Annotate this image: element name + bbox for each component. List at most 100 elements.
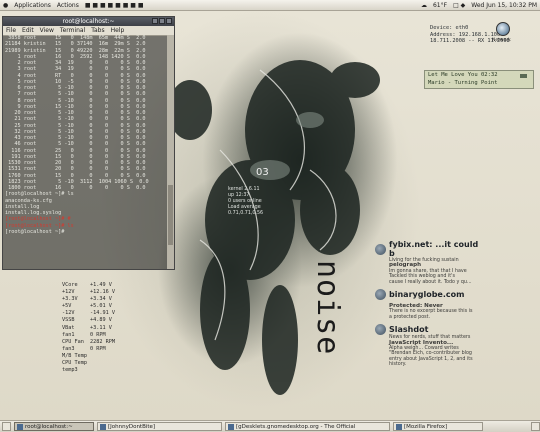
top-panel: ● Applications Actions ■ ■ ■ ■ ■ ■ ■ ■ ☁… [0, 0, 540, 11]
terminal-prompt[interactable]: [root@localhost ~]# [5, 229, 165, 235]
terminal-title: root@localhost:~ [62, 18, 115, 25]
taskbar-button[interactable]: root@localhost:~ [14, 422, 94, 431]
sensor-row: CPU Temp [62, 360, 115, 367]
menu-terminal[interactable]: Terminal [57, 27, 88, 34]
minimize-icon[interactable] [152, 18, 158, 24]
feed-item[interactable]: Slashdot News for nerds, stuff that matte… [375, 324, 485, 367]
terminal-line: 7 root 5 -10 0 0 0 S 0.0 [5, 91, 146, 98]
taskbar-button[interactable]: [Mozilla Firefox] [393, 422, 483, 431]
feed-header: fybix.net: ...it could b [375, 240, 485, 258]
terminal-line: 46 root 5 -10 0 0 0 S 0.0 [5, 141, 146, 148]
sensor-value: +1.49 V [90, 282, 112, 288]
sensor-value: 2282 RPM [90, 338, 115, 345]
maximize-icon[interactable] [159, 18, 165, 24]
feed-item[interactable]: binaryglobe.com [375, 289, 485, 301]
gnome-foot-icon[interactable]: ● [0, 2, 11, 9]
sensor-label: VCore [62, 282, 78, 288]
sensor-label: +12V [62, 289, 75, 296]
terminal-line: 21989 kristin 15 0 49220 28m 22m S 2.0 [5, 47, 146, 54]
close-icon[interactable] [166, 18, 172, 24]
sensor-label: VSSB [62, 317, 75, 324]
taskbar-label: [Mozilla Firefox] [404, 423, 448, 430]
taskbar-button[interactable]: [JohnnyDontBite] [97, 422, 222, 431]
sensor-label: fan3 [62, 345, 75, 352]
feed-header: Slashdot [375, 324, 485, 336]
terminal-scrollbar[interactable] [167, 35, 174, 269]
menu-tabs[interactable]: Tabs [88, 27, 107, 34]
sensor-row: temp3 [62, 367, 115, 374]
sensor-label: temp3 [62, 367, 78, 374]
sensor-label: fan1 [62, 331, 75, 338]
sensor-row: M/B Temp [62, 353, 115, 360]
feed-site-icon [375, 243, 386, 255]
sensor-value: 0 RPM [90, 345, 106, 352]
menu-help[interactable]: Help [108, 27, 128, 34]
rss-feeds-widget: fybix.net: ...it could b Living for the f… [375, 240, 485, 372]
terminal-output[interactable]: 3858 root 15 0 148m 65m 44m S 2.0 21184 k… [3, 35, 167, 269]
menu-view[interactable]: View [37, 27, 57, 34]
sensor-label: +3.3V [62, 296, 78, 303]
terminal-line: 21184 kristin 15 0 37140 16m 29m S 2.0 [5, 41, 146, 48]
launcher-icons[interactable]: ■ ■ ■ ■ ■ ■ ■ ■ [82, 2, 147, 9]
terminal-line: 21 root 5 -10 0 0 0 S 0.0 [5, 116, 146, 123]
wallpaper-wordmark: noise [310, 260, 345, 356]
sensor-row: fan1 0 RPM [62, 332, 115, 339]
music-player-widget[interactable]: Let Me Love You 02:32 Mario - Turning Po… [424, 70, 534, 89]
sensor-row: VSSB +4.89 V [62, 317, 115, 324]
terminal-line: 3 root 34 19 0 0 0 S 0.0 [5, 66, 146, 73]
taskbar-label: [JohnnyDontBite] [108, 423, 156, 430]
scrollbar-thumb[interactable] [168, 185, 173, 245]
sensor-value: +3.34 V [90, 296, 112, 303]
menu-edit[interactable]: Edit [19, 27, 37, 34]
clock[interactable]: Wed Jun 15, 10:32 PM [468, 2, 540, 9]
sensor-readout: VCore +1.49 V +12V +12.16 V +3.3V +3.34 V +5V +… [62, 282, 115, 374]
sysinfo-line: 0.71,0.71,0.56 [228, 211, 264, 216]
terminal-line: 116 root 25 0 0 0 0 S 0.0 [5, 147, 146, 154]
sensor-row: fan3 0 RPM [62, 346, 115, 353]
feed-site-icon [375, 324, 386, 336]
play-icon[interactable] [520, 74, 527, 78]
sensor-label: -12V [62, 310, 75, 317]
feed-site-icon [375, 289, 386, 301]
terminal-titlebar[interactable]: root@localhost:~ [3, 17, 174, 26]
feed-header: binaryglobe.com [375, 289, 485, 301]
sensor-value: +4.89 V [90, 317, 112, 324]
actions-menu[interactable]: Actions [54, 2, 82, 9]
sensor-value: +5.01 V [90, 303, 112, 310]
sensor-row: VBat +3.11 V [62, 325, 115, 332]
menu-file[interactable]: File [3, 27, 19, 34]
feed-item[interactable]: Protected: Never There is no excerpt beca… [375, 303, 485, 320]
taskbar-button[interactable]: [gDesklets.gnomedesktop.org - The Offici… [225, 422, 390, 431]
terminal-window[interactable]: root@localhost:~ File Edit View Terminal… [2, 16, 175, 270]
window-icon [396, 423, 402, 430]
sensor-value: +3.11 V [90, 324, 112, 331]
sensor-row: -12V -14.91 V [62, 310, 115, 317]
trash-icon[interactable] [531, 422, 540, 431]
tray-icons[interactable]: □ ◆ [450, 2, 468, 9]
feed-entry-text: history. [389, 362, 407, 368]
terminal-line: 25 root 5 -10 0 0 0 S 0.0 [5, 122, 146, 129]
sensor-row: +5V +5.01 V [62, 303, 115, 310]
window-icon [228, 423, 234, 430]
sensor-row: CPU Fan 2282 RPM [62, 339, 115, 346]
system-info-overlay: kernel 2.6.11 up 12:37 0 users online Load … [228, 187, 263, 217]
feed-site-title[interactable]: fybix.net: ...it could b [389, 240, 485, 258]
network-icon [496, 22, 510, 36]
window-icon [17, 423, 23, 430]
feed-site-title[interactable]: binaryglobe.com [389, 290, 464, 299]
sensor-label: +5V [62, 303, 72, 310]
show-desktop-icon[interactable] [2, 422, 11, 431]
sensor-value: +12.16 V [90, 289, 115, 296]
sensor-value: 0 RPM [90, 331, 106, 338]
wallpaper-number: 03 [256, 167, 269, 178]
sensor-label: M/B Temp [62, 352, 87, 359]
feed-entry-text: a protected post. [389, 314, 431, 320]
feed-site-title[interactable]: Slashdot [389, 325, 428, 334]
weather-icon[interactable]: ☁ [418, 2, 430, 9]
applications-menu[interactable]: Applications [11, 2, 54, 9]
feed-item[interactable]: fybix.net: ...it could b Living for the f… [375, 240, 485, 285]
sensor-label: VBat [62, 324, 75, 331]
taskbar-label: root@localhost:~ [25, 423, 73, 430]
sensor-row: VCore +1.49 V [62, 282, 115, 289]
terminal-line: 4 root RT 0 0 0 0 S 0.0 [5, 72, 146, 79]
